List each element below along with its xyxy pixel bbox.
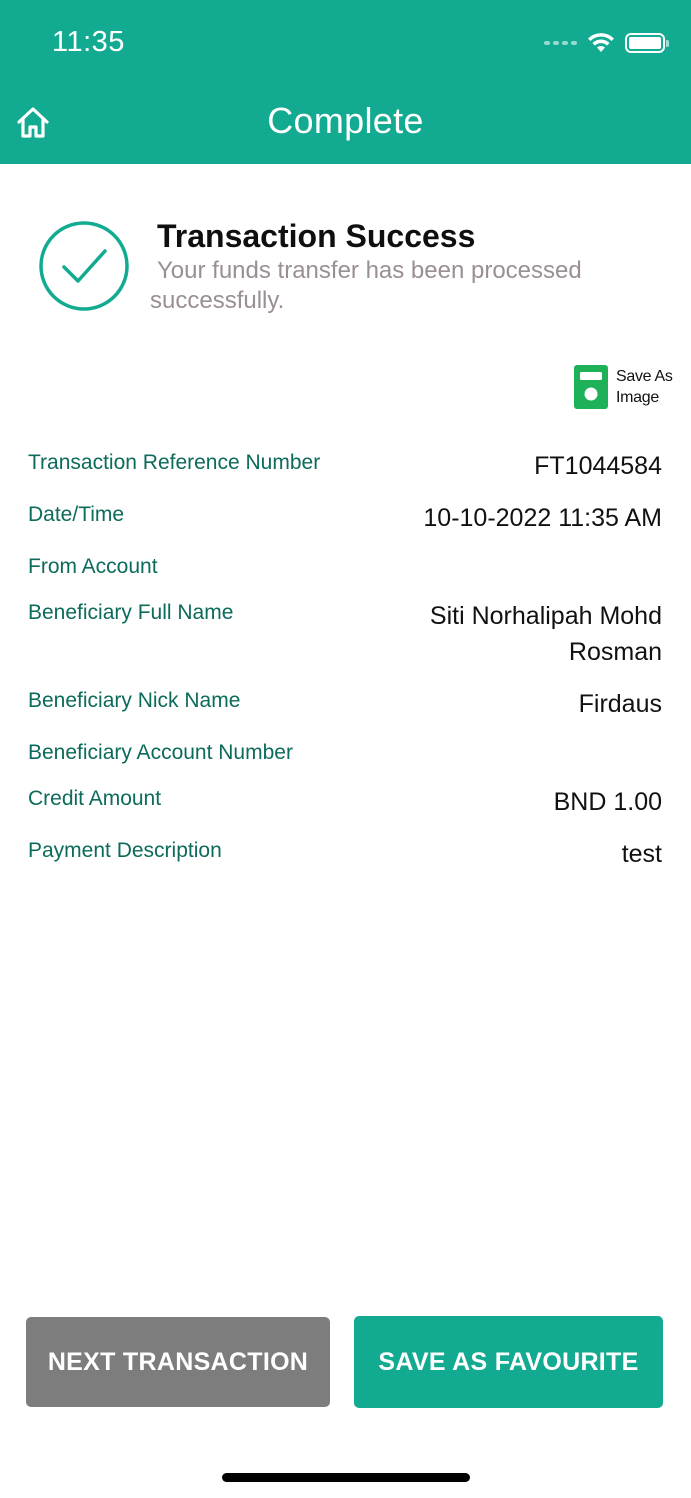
detail-row: Beneficiary Account Number [28, 738, 662, 768]
detail-row: From Account [28, 552, 662, 582]
status-icons [544, 30, 669, 56]
detail-label: Date/Time [28, 503, 125, 526]
detail-value: Firdaus [578, 690, 662, 718]
cellular-signal-icon [544, 41, 577, 45]
detail-row: Transaction Reference Number FT1044584 [28, 448, 662, 484]
page-title: Complete [267, 100, 424, 141]
detail-row: Beneficiary Full Name Siti Norhalipah Moh… [28, 598, 662, 670]
detail-row: Credit Amount BND 1.00 [28, 784, 662, 820]
status-time: 11:35 [52, 26, 125, 58]
detail-label: Beneficiary Account Number [28, 741, 293, 764]
detail-label: From Account [28, 555, 158, 578]
save-as-image-label: Save As Image [616, 368, 673, 406]
detail-value: FT1044584 [534, 452, 662, 480]
header-bar: 11:35 Complete [0, 0, 691, 164]
success-check-icon [38, 220, 130, 312]
detail-row: Beneficiary Nick Name Firdaus [28, 686, 662, 722]
result-title: Transaction Success [157, 218, 476, 254]
save-as-image-button[interactable]: Save As Image [574, 365, 673, 409]
next-transaction-button[interactable]: NEXT TRANSACTION [26, 1317, 330, 1407]
detail-label: Credit Amount [28, 787, 162, 810]
detail-label: Transaction Reference Number [28, 451, 321, 474]
result-message: Your funds transfer has been processed s… [150, 257, 582, 314]
detail-label: Payment Description [28, 839, 222, 862]
detail-row: Date/Time 10-10-2022 11:35 AM [28, 500, 662, 536]
sd-card-icon [574, 365, 608, 409]
home-indicator [222, 1473, 470, 1482]
detail-label: Beneficiary Nick Name [28, 689, 241, 712]
detail-value: 10-10-2022 11:35 AM [423, 504, 662, 532]
detail-value: Siti Norhalipah Mohd Rosman [429, 602, 662, 666]
detail-label: Beneficiary Full Name [28, 601, 234, 624]
detail-value: BND 1.00 [553, 788, 662, 816]
wifi-icon [588, 33, 614, 52]
save-as-favourite-button[interactable]: SAVE AS FAVOURITE [354, 1316, 663, 1408]
detail-row: Payment Description test [28, 836, 662, 872]
transaction-details: Transaction Reference Number FT1044584 Dat… [28, 448, 662, 888]
detail-value: test [621, 840, 662, 868]
battery-icon [625, 33, 669, 53]
